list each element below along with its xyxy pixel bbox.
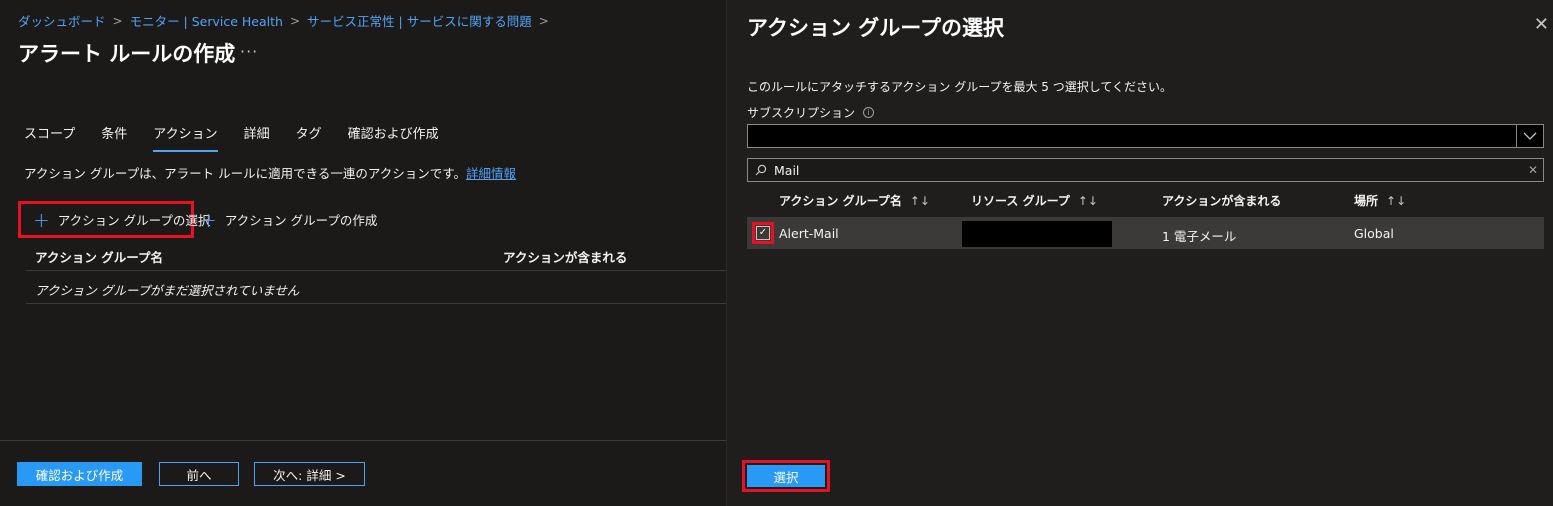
- tab-scope[interactable]: スコープ: [24, 123, 75, 152]
- tab-condition[interactable]: 条件: [101, 123, 127, 152]
- breadcrumb-monitor[interactable]: モニター | Service Health: [130, 11, 283, 30]
- tab-actions[interactable]: アクション: [153, 123, 218, 152]
- footer-divider: [0, 440, 726, 441]
- plus-icon: +: [33, 207, 50, 232]
- info-icon[interactable]: i: [863, 107, 875, 118]
- tab-bar: スコープ 条件 アクション 詳細 タグ 確認および作成: [24, 123, 465, 152]
- create-action-group-label: アクション グループの作成: [224, 213, 378, 228]
- close-icon[interactable]: ✕: [1534, 14, 1549, 35]
- select-action-group-panel: アクション グループの選択 ✕ このルールにアタッチするアクション グループを最…: [726, 0, 1553, 506]
- actions-description: アクション グループは、アラート ルールに適用できる一連のアクションです。詳細情…: [24, 163, 516, 182]
- select-button-label: 選択: [747, 465, 825, 487]
- column-header-name[interactable]: アクション グループ名 ↑↓: [779, 192, 930, 209]
- more-options-button[interactable]: ···: [240, 42, 258, 61]
- panel-title: アクション グループの選択: [747, 16, 1004, 40]
- location: Global: [1354, 226, 1394, 241]
- next-details-button[interactable]: 次へ: 詳細 >: [254, 462, 365, 486]
- search-box: ✕: [747, 158, 1544, 182]
- actions-included: 1 電子メール: [1162, 229, 1237, 244]
- action-groups-table-header: アクション グループ名 アクションが含まれる: [26, 238, 726, 271]
- column-resource-group-label: リソース グループ: [971, 194, 1070, 208]
- tab-review-create[interactable]: 確認および作成: [348, 123, 439, 152]
- column-header-resource-group[interactable]: リソース グループ ↑↓: [971, 192, 1098, 209]
- table-empty-row: アクション グループがまだ選択されていません: [26, 271, 726, 304]
- learn-more-link[interactable]: 詳細情報: [466, 166, 516, 181]
- action-group-list-header: アクション グループ名 ↑↓ リソース グループ ↑↓ アクションが含まれる 場…: [747, 186, 1544, 216]
- breadcrumb-dashboard[interactable]: ダッシュボード: [18, 11, 106, 30]
- page-title: アラート ルールの作成: [18, 42, 236, 66]
- table-row[interactable]: ✓ Alert-Mail 1 電子メール Global: [747, 217, 1544, 249]
- subscription-label: サブスクリプション i: [747, 104, 875, 121]
- sort-icon[interactable]: ↑↓: [910, 194, 930, 208]
- clear-icon[interactable]: ✕: [1523, 163, 1543, 177]
- create-action-group-button[interactable]: + アクション グループの作成: [200, 204, 377, 235]
- search-icon: [754, 163, 768, 177]
- column-header-name: アクション グループ名: [35, 250, 163, 265]
- chevron-down-icon: [1516, 125, 1543, 147]
- review-create-button[interactable]: 確認および作成: [17, 462, 142, 486]
- select-button[interactable]: 選択: [742, 460, 830, 492]
- redacted-resource-group: [962, 221, 1112, 247]
- chevron-right-icon: >: [112, 13, 123, 28]
- tab-details[interactable]: 詳細: [244, 123, 270, 152]
- column-name-label: アクション グループ名: [779, 194, 902, 208]
- breadcrumb: ダッシュボード > モニター | Service Health > サービス正常…: [18, 11, 556, 30]
- subscription-label-text: サブスクリプション: [747, 106, 856, 120]
- panel-description: このルールにアタッチするアクション グループを最大 5 つ選択してください。: [747, 80, 1173, 94]
- breadcrumb-service-health[interactable]: サービス正常性 | サービスに関する問題: [307, 11, 532, 30]
- row-checkbox[interactable]: ✓: [752, 222, 774, 244]
- chevron-right-icon: >: [289, 13, 301, 28]
- chevron-right-icon: >: [538, 13, 549, 28]
- empty-message: アクション グループがまだ選択されていません: [35, 283, 300, 298]
- action-group-name: Alert-Mail: [779, 226, 839, 241]
- subscription-dropdown[interactable]: [747, 124, 1544, 148]
- column-header-actions: アクションが含まれる: [503, 250, 628, 265]
- column-header-actions: アクションが含まれる: [1162, 192, 1281, 209]
- description-text: アクション グループは、アラート ルールに適用できる一連のアクションです。: [24, 166, 466, 181]
- plus-icon: +: [200, 207, 217, 232]
- alert-rule-blade: ダッシュボード > モニター | Service Health > サービス正常…: [0, 0, 726, 506]
- tab-tags[interactable]: タグ: [296, 123, 322, 152]
- search-input[interactable]: [768, 161, 1523, 179]
- column-actions-label: アクションが含まれる: [1162, 194, 1282, 208]
- previous-button[interactable]: 前へ: [159, 462, 239, 486]
- checkmark-icon: ✓: [756, 226, 770, 240]
- select-action-group-button[interactable]: + アクション グループの選択: [18, 201, 210, 238]
- column-location-label: 場所: [1354, 194, 1379, 208]
- sort-icon[interactable]: ↑↓: [1078, 194, 1098, 208]
- select-action-group-label: アクション グループの選択: [57, 213, 211, 228]
- column-header-location[interactable]: 場所 ↑↓: [1354, 192, 1406, 209]
- sort-icon[interactable]: ↑↓: [1386, 194, 1406, 208]
